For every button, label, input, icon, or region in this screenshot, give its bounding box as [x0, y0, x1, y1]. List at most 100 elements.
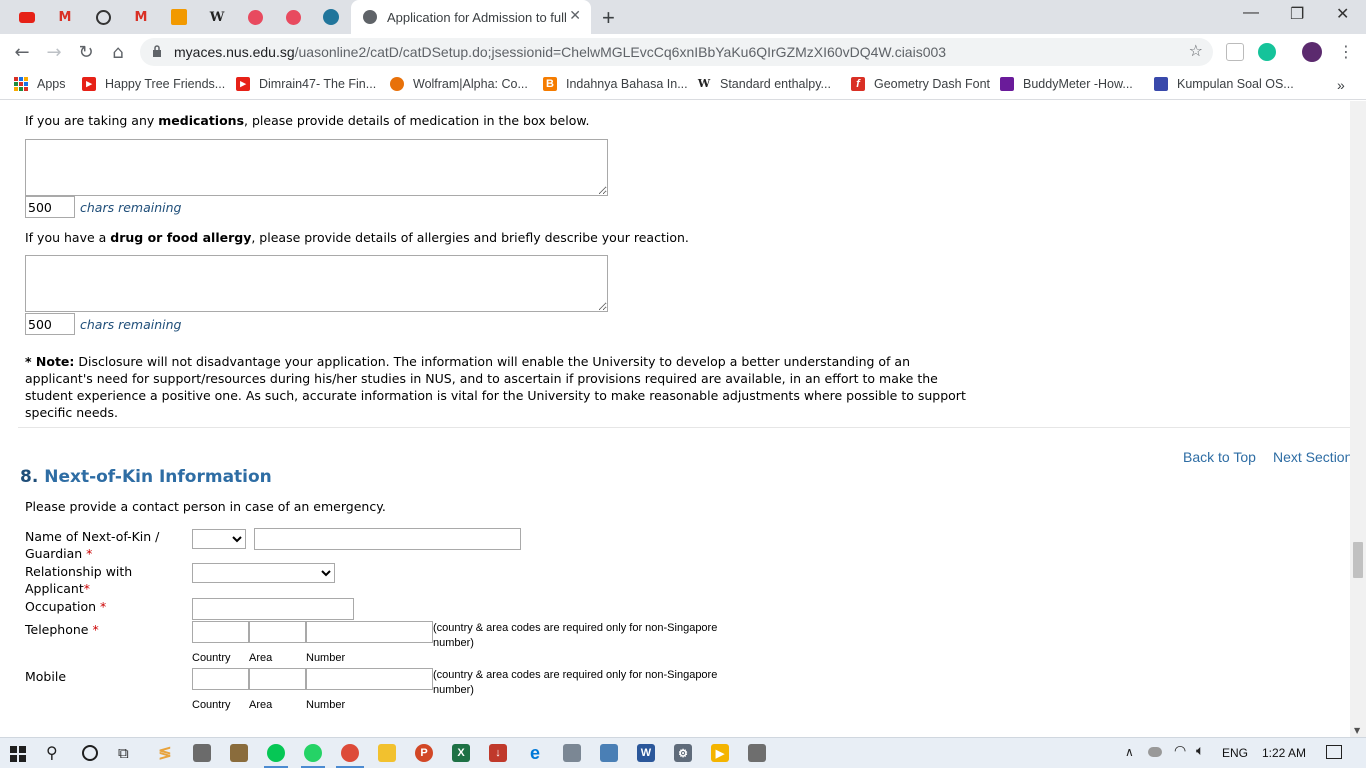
telephone-number-input[interactable] — [306, 621, 433, 643]
occupation-input[interactable] — [192, 598, 354, 620]
prompt-text: If you have a — [25, 230, 111, 245]
printer-icon[interactable] — [748, 744, 766, 762]
required-marker: * — [86, 546, 93, 561]
windows-start-icon[interactable] — [10, 746, 26, 762]
back-icon[interactable]: ← — [10, 40, 34, 64]
settings-gear-icon[interactable]: ⚙ — [674, 744, 692, 762]
volume-icon[interactable]: 🔈︎ — [1196, 743, 1204, 759]
gmail-tab-icon[interactable]: M — [54, 6, 76, 28]
store-icon[interactable] — [193, 744, 211, 762]
browser-tab-strip: M M W Application for Admission to full … — [0, 0, 1366, 34]
chrome-icon[interactable] — [341, 744, 359, 762]
next-section-link[interactable]: Next Section — [1273, 449, 1350, 465]
medications-textarea[interactable] — [25, 139, 608, 196]
action-center-icon[interactable] — [1326, 745, 1342, 759]
section-heading: 8. Next-of-Kin Information — [20, 467, 272, 487]
close-tab-icon[interactable]: ✕ — [569, 8, 581, 24]
home-icon[interactable]: ⌂ — [106, 40, 130, 64]
active-tab[interactable]: Application for Admission to full ✕ — [351, 0, 591, 34]
clock-time[interactable]: 1:22 AM — [1262, 746, 1306, 760]
pinned-tab-icon[interactable] — [282, 6, 304, 28]
telephone-country-input[interactable] — [192, 621, 249, 643]
excel-icon[interactable]: X — [452, 744, 470, 762]
note-text: Disclosure will not disadvantage your ap… — [25, 354, 966, 420]
occupation-field-label: Occupation * — [25, 598, 175, 615]
notepad-icon[interactable] — [600, 744, 618, 762]
bookmark-item[interactable]: BuddyMeter -How... — [1000, 77, 1133, 91]
youtube-icon: ▸ — [82, 77, 96, 91]
file-explorer-icon[interactable] — [378, 744, 396, 762]
bookmark-item[interactable]: ▸ Dimrain47- The Fin... — [236, 77, 376, 91]
extension-icon[interactable] — [1226, 43, 1244, 61]
allergy-textarea[interactable] — [25, 255, 608, 312]
gmail-tab-icon[interactable]: M — [130, 6, 152, 28]
next-of-kin-name-input[interactable] — [254, 528, 521, 550]
relationship-select[interactable] — [192, 563, 335, 583]
wikipedia-tab-icon[interactable]: W — [206, 6, 228, 28]
bookmark-item[interactable]: Wolfram|Alpha: Co... — [390, 77, 528, 91]
bookmark-item[interactable]: Kumpulan Soal OS... — [1154, 77, 1294, 91]
profile-avatar[interactable] — [1302, 42, 1322, 62]
minimize-icon[interactable]: — — [1243, 4, 1259, 22]
powerpoint-icon[interactable]: P — [415, 744, 433, 762]
prompt-text: If you are taking any — [25, 113, 159, 128]
notebook-icon[interactable] — [230, 744, 248, 762]
edge-icon[interactable]: e — [526, 743, 544, 763]
wordpress-tab-icon[interactable] — [320, 6, 342, 28]
bookmark-star-icon[interactable]: ☆ — [1189, 41, 1203, 60]
browser-toolbar: ← → ↻ ⌂ myaces.nus.edu.sg/uasonline2/cat… — [0, 34, 1366, 70]
task-view-icon[interactable]: ⧉ — [118, 744, 129, 762]
page-scrollbar[interactable]: ▼ — [1350, 101, 1366, 737]
medications-prompt: If you are taking any medications, pleas… — [25, 113, 589, 128]
close-window-icon[interactable]: ✕ — [1336, 4, 1349, 24]
sublime-icon[interactable]: ≶ — [156, 744, 174, 762]
mobile-field-label: Mobile — [25, 669, 67, 684]
cortana-icon[interactable] — [82, 745, 98, 761]
scroll-down-icon[interactable]: ▼ — [1354, 726, 1360, 735]
download-manager-icon[interactable]: ↓ — [489, 744, 507, 762]
reload-icon[interactable]: ↻ — [74, 40, 98, 64]
font-site-icon: f — [851, 77, 865, 91]
search-icon[interactable]: ⚲ — [46, 743, 58, 762]
pinned-tab-icon[interactable] — [92, 6, 114, 28]
medications-char-counter — [25, 196, 75, 218]
salutation-select[interactable] — [192, 529, 246, 549]
bookmark-item[interactable]: B Indahnya Bahasa In... — [543, 77, 688, 91]
youtube-tab-icon[interactable] — [16, 6, 38, 28]
mobile-country-input[interactable] — [192, 668, 249, 690]
address-bar[interactable]: myaces.nus.edu.sg/uasonline2/catD/catDSe… — [140, 38, 1213, 66]
bookmark-apps[interactable]: Apps — [14, 77, 66, 91]
mobile-area-input[interactable] — [249, 668, 306, 690]
onedrive-icon[interactable] — [1148, 747, 1162, 757]
bookmark-label: Kumpulan Soal OS... — [1177, 77, 1294, 91]
area-sub-label: Area — [249, 652, 273, 664]
number-sub-label: Number — [306, 699, 346, 711]
whatsapp-icon[interactable] — [304, 744, 322, 762]
control-panel-icon[interactable] — [563, 744, 581, 762]
show-hidden-icons-chevron-icon[interactable]: ∧ — [1125, 745, 1134, 759]
media-player-icon[interactable]: ▶ — [711, 744, 729, 762]
grammarly-icon[interactable] — [1258, 43, 1276, 61]
menu-kebab-icon[interactable]: ⋮ — [1338, 42, 1354, 61]
new-tab-button[interactable]: + — [602, 5, 615, 31]
mobile-number-input[interactable] — [306, 668, 433, 690]
pinned-tab-icon[interactable] — [244, 6, 266, 28]
line-app-icon[interactable] — [267, 744, 285, 762]
contacts-tab-icon[interactable] — [168, 6, 190, 28]
wifi-icon[interactable]: ◠ — [1174, 743, 1186, 759]
bookmark-label: Indahnya Bahasa In... — [566, 77, 688, 91]
word-icon[interactable]: W — [637, 744, 655, 762]
forward-icon[interactable]: → — [42, 40, 66, 64]
telephone-area-input[interactable] — [249, 621, 306, 643]
section-title: Next-of-Kin Information — [44, 467, 272, 487]
scrollbar-thumb[interactable] — [1353, 542, 1363, 578]
bookmark-item[interactable]: W Standard enthalpy... — [697, 77, 831, 91]
bookmark-item[interactable]: ▸ Happy Tree Friends... — [82, 77, 225, 91]
restore-icon[interactable]: ❐ — [1290, 4, 1304, 24]
back-to-top-link[interactable]: Back to Top — [1183, 449, 1256, 465]
more-bookmarks-chevron-icon[interactable]: » — [1337, 77, 1345, 93]
telephone-hint: (country & area codes are required only … — [433, 622, 718, 649]
bookmark-item[interactable]: f Geometry Dash Font — [851, 77, 990, 91]
language-indicator[interactable]: ENG — [1222, 746, 1248, 760]
relationship-field-label: Relationship with Applicant* — [25, 563, 175, 597]
